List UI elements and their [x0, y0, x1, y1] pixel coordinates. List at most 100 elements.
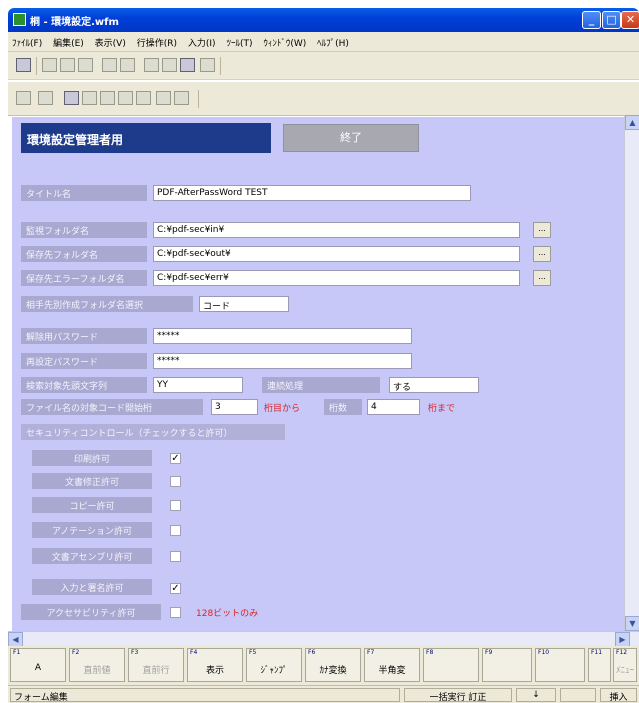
filter-icon[interactable] — [38, 91, 53, 105]
annotation-permission-label: アノテーション許可 — [32, 522, 152, 538]
status-empty — [560, 688, 596, 702]
digits-input[interactable]: 4 — [367, 399, 420, 415]
fkey-number: F1 — [13, 649, 21, 656]
search-prefix-input[interactable]: YY — [153, 377, 243, 393]
watch-folder-input[interactable]: C:¥pdf-sec¥in¥ — [153, 222, 520, 238]
f4-key[interactable]: F4 表示 — [187, 648, 243, 682]
f6-key[interactable]: F6 ｶﾅ変換 — [305, 648, 361, 682]
reset-password-label: 再設定パスワード — [21, 353, 147, 369]
scroll-left-icon[interactable]: ◀ — [8, 632, 23, 647]
error-folder-input[interactable]: C:¥pdf-sec¥err¥ — [153, 270, 520, 286]
error-folder-label: 保存先エラーフォルダ名 — [21, 270, 147, 286]
digits-label: 桁数 — [324, 399, 362, 415]
print-preview-icon[interactable] — [120, 58, 135, 72]
filename-code-start-input[interactable]: 3 — [211, 399, 258, 415]
fkey-number: F5 — [249, 649, 257, 656]
continuous-process-select[interactable]: する — [389, 377, 479, 393]
status-bar: フォーム編集 一括実行 訂正 ↓ 挿入 — [8, 685, 639, 703]
f9-key[interactable]: F9 — [482, 648, 532, 682]
partner-folder-select[interactable]: コード — [199, 296, 289, 312]
f12-key[interactable]: F12 ﾒﾆｭｰ — [613, 648, 637, 682]
status-batch: 一括実行 訂正 — [404, 688, 512, 703]
calendar-icon[interactable] — [156, 91, 171, 105]
scroll-up-icon[interactable]: ▲ — [625, 115, 639, 130]
unlock-password-input[interactable]: ***** — [153, 328, 412, 344]
annotation-permission-checkbox[interactable] — [170, 525, 181, 536]
f7-key[interactable]: F7 半角変 — [364, 648, 420, 682]
print-icon[interactable] — [102, 58, 117, 72]
new-file-icon[interactable] — [42, 58, 57, 72]
print-permission-checkbox[interactable]: ✓ — [170, 453, 181, 464]
paste-icon[interactable] — [180, 58, 195, 72]
window-title: 桐 - 環境設定.wfm — [30, 17, 119, 28]
cut-icon[interactable] — [144, 58, 159, 72]
unlock-password-label: 解除用パスワード — [21, 328, 147, 344]
menu-help[interactable]: ﾍﾙﾌﾟ(H) — [313, 32, 353, 49]
menu-view[interactable]: 表示(V) — [91, 32, 130, 49]
vertical-scrollbar[interactable]: ▲ ▼ — [624, 115, 639, 631]
scroll-right-icon[interactable]: ▶ — [615, 632, 630, 647]
toolbar-separator — [36, 57, 37, 75]
undo-icon[interactable] — [200, 58, 215, 72]
save-icon[interactable] — [78, 58, 93, 72]
f5-key[interactable]: F5 ｼﾞｬﾝﾌﾟ — [246, 648, 302, 682]
sort-icon[interactable] — [16, 91, 31, 105]
minimize-button[interactable]: _ — [582, 11, 601, 29]
fkey-number: F7 — [367, 649, 375, 656]
fill-sign-permission-checkbox[interactable]: ✓ — [170, 583, 181, 594]
f1-key[interactable]: F1 A — [10, 648, 66, 682]
find-next-icon[interactable] — [82, 91, 97, 105]
fkey-number: F2 — [72, 649, 80, 656]
watch-folder-browse-button[interactable]: ... — [533, 222, 551, 238]
f11-key[interactable]: F11 — [588, 648, 611, 682]
modify-permission-label: 文書修正許可 — [32, 473, 152, 489]
menu-file[interactable]: ﾌｧｲﾙ(F) — [8, 32, 46, 49]
title-bar: 桐 - 環境設定.wfm _ □ ✕ — [8, 8, 639, 32]
menu-edit[interactable]: 編集(E) — [49, 32, 88, 49]
copy-permission-checkbox[interactable] — [170, 500, 181, 511]
f8-key[interactable]: F8 — [423, 648, 479, 682]
fkey-number: F9 — [485, 649, 493, 656]
find-prev-icon[interactable] — [100, 91, 115, 105]
menu-input[interactable]: 入力(I) — [184, 32, 220, 49]
close-button[interactable]: ✕ — [621, 11, 639, 29]
fkey-label: ﾒﾆｭｰ — [615, 666, 634, 676]
menu-row[interactable]: 行操作(R) — [133, 32, 181, 49]
menu-tools[interactable]: ﾂｰﾙ(T) — [222, 32, 256, 49]
copy-icon[interactable] — [162, 58, 177, 72]
f3-key[interactable]: F3 直前行 — [128, 648, 184, 682]
save-folder-browse-button[interactable]: ... — [533, 246, 551, 262]
error-folder-browse-button[interactable]: ... — [533, 270, 551, 286]
maximize-button[interactable]: □ — [602, 11, 621, 29]
end-button[interactable]: 終了 — [283, 124, 419, 152]
horizontal-scrollbar[interactable]: ◀ ▶ — [8, 631, 639, 647]
menu-window[interactable]: ｳｨﾝﾄﾞｳ(W) — [259, 32, 310, 49]
title-label: タイトル名 — [21, 185, 147, 201]
scroll-down-icon[interactable]: ▼ — [625, 616, 639, 631]
chart-icon[interactable] — [174, 91, 189, 105]
open-file-icon[interactable] — [60, 58, 75, 72]
fkey-number: F12 — [616, 649, 628, 656]
fkey-label: 半角変 — [378, 666, 406, 676]
fkey-label: 直前値 — [83, 666, 111, 676]
fkey-label: 直前行 — [142, 666, 170, 676]
f10-key[interactable]: F10 — [535, 648, 585, 682]
function-key-bar: F1 A F2 直前値 F3 直前行 F4 表示 F5 ｼﾞｬﾝﾌﾟ F6 ｶﾅ変換 F7 半… — [8, 646, 639, 685]
save-folder-input[interactable]: C:¥pdf-sec¥out¥ — [153, 246, 520, 262]
search-icon[interactable] — [64, 91, 79, 105]
assembly-permission-checkbox[interactable] — [170, 551, 181, 562]
accessibility-permission-checkbox[interactable] — [170, 607, 181, 618]
modify-permission-checkbox[interactable] — [170, 476, 181, 487]
reset-password-input[interactable]: ***** — [153, 353, 412, 369]
partner-folder-label: 相手先別作成フォルダ名選択 — [21, 296, 193, 312]
form-design-icon[interactable] — [16, 58, 31, 72]
f2-key[interactable]: F2 直前値 — [69, 648, 125, 682]
accessibility-permission-label: アクセサビリティ許可 — [21, 604, 161, 620]
fkey-label: ｶﾅ変換 — [319, 666, 347, 676]
title-input[interactable]: PDF-AfterPassWord TEST — [153, 185, 471, 201]
replace-icon[interactable] — [118, 91, 133, 105]
assembly-permission-label: 文書アセンブリ許可 — [32, 548, 152, 564]
menu-bar: ﾌｧｲﾙ(F) 編集(E) 表示(V) 行操作(R) 入力(I) ﾂｰﾙ(T) … — [8, 32, 639, 52]
copy-permission-label: コピー許可 — [32, 497, 152, 513]
replace-all-icon[interactable] — [136, 91, 151, 105]
